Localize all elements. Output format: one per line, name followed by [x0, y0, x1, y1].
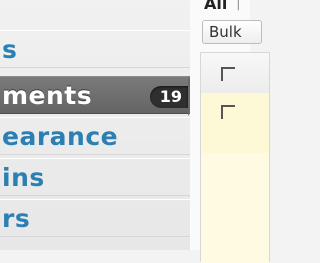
sidebar-item-label: ins: [2, 163, 45, 192]
table-header: [201, 53, 269, 94]
sidebar-item-label: rs: [2, 204, 31, 233]
sidebar-item-posts[interactable]: s: [0, 30, 194, 68]
sidebar-item-comments[interactable]: ments 19: [0, 76, 190, 114]
main-content: All | Bulk: [190, 0, 270, 263]
comment-count-badge: 19: [149, 86, 188, 108]
admin-sidebar: s ments 19 earance ins rs: [0, 0, 194, 250]
select-all-checkbox[interactable]: [221, 67, 235, 81]
sidebar-item-label: s: [2, 35, 18, 64]
row-checkbox[interactable]: [221, 105, 235, 119]
sidebar-item-plugins[interactable]: ins: [0, 158, 194, 196]
filter-separator: |: [236, 0, 241, 11]
comments-table: [200, 52, 270, 263]
sidebar-item-appearance[interactable]: earance: [0, 117, 194, 155]
sidebar-item-users[interactable]: rs: [0, 199, 194, 237]
bulk-actions-select[interactable]: Bulk: [202, 20, 262, 44]
table-row: [201, 93, 269, 154]
filter-all-link[interactable]: All: [204, 0, 227, 13]
table-row: [201, 153, 269, 263]
sidebar-item-label: earance: [2, 122, 119, 151]
sidebar-item-label: ments: [2, 81, 93, 110]
